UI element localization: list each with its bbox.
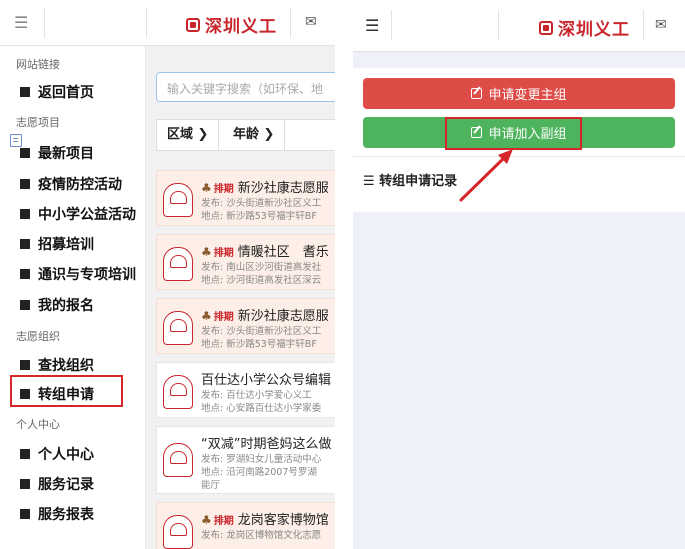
list-item[interactable]: ♣ 排期 新沙社康志愿服 发布: 沙头街道新沙社区义工 地点: 新沙路53号福宇轩B… — [156, 170, 335, 226]
bullet-icon — [20, 509, 30, 519]
list-item[interactable]: “双减”时期爸妈这么做 发布: 罗湖妇女儿童活动中心 地点: 沿河南路2007号… — [156, 426, 335, 494]
sidebar-item-label: 中小学公益活动 — [38, 207, 136, 223]
status-badge: 排期 — [213, 248, 234, 259]
divider — [146, 8, 147, 38]
card-location: 地点: 心安路百仕达小学家委 — [201, 403, 322, 414]
bullet-icon — [20, 179, 30, 189]
card-publisher: 发布: 龙岗区博物馆文化志愿 — [201, 530, 322, 541]
card-title-text: 新沙社康志愿服 — [237, 309, 329, 324]
org-seal-icon — [163, 515, 193, 549]
org-seal-icon — [163, 183, 193, 217]
divider — [44, 8, 45, 38]
sidebar-item-label: 服务记录 — [38, 477, 94, 493]
bullet-icon — [20, 148, 30, 158]
sidebar-item-service-report[interactable]: 服务报表 — [20, 504, 94, 524]
card-title-text: 百仕达小学公众号编辑 — [201, 373, 332, 388]
card-location: 地点: 沙河街道高发社区深云 — [201, 275, 322, 286]
org-tree-icon: ♣ — [201, 245, 212, 259]
document-icon — [10, 134, 22, 147]
card-publisher: 发布: 罗湖妇女儿童活动中心 — [201, 454, 322, 465]
bullet-icon — [20, 300, 30, 310]
card-publisher: 发布: 沙头街道新沙社区义工 — [201, 198, 322, 209]
sidebar: 网站链接 返回首页 志愿项目 最新项目 疫情防控活动 中小学公益活动 招募培训 … — [0, 46, 146, 549]
sidebar-item-find-org[interactable]: 查找组织 — [20, 355, 94, 375]
status-badge: 排期 — [213, 312, 234, 323]
right-screen: ☰ 深圳义工 ✉ 申请变更主组 申请加入副组 ☰ 转组申请记录 — [353, 0, 685, 549]
card-location: 地点: 沿河南路2007号罗湖 — [201, 467, 317, 478]
card-publisher: 发布: 沙头街道新沙社区义工 — [201, 326, 322, 337]
card-title-text: “双减”时期爸妈这么做 — [201, 437, 332, 452]
sidebar-item-school[interactable]: 中小学公益活动 — [20, 204, 136, 224]
divider — [290, 8, 291, 38]
org-tree-icon: ♣ — [201, 181, 212, 195]
status-badge: 排期 — [213, 516, 234, 527]
logo-badge-icon — [186, 17, 200, 32]
card-location-cont: 能厅 — [201, 480, 221, 491]
org-seal-icon — [163, 443, 193, 477]
card-publisher: 发布: 南山区沙河街道高发社 — [201, 262, 322, 273]
sidebar-item-label: 通识与专项培训 — [38, 267, 136, 283]
sidebar-item-home[interactable]: 返回首页 — [20, 82, 94, 102]
sidebar-section-label: 志愿项目 — [16, 116, 60, 129]
site-logo[interactable]: 深圳义工 — [186, 12, 277, 37]
org-seal-icon — [163, 247, 193, 281]
list-item[interactable]: 百仕达小学公众号编辑 发布: 百仕达小学爱心义工 地点: 心安路百仕达小学家委 — [156, 362, 335, 418]
filter-region[interactable]: 区域 ❯ — [157, 120, 220, 150]
bullet-icon — [20, 479, 30, 489]
bullet-icon — [20, 87, 30, 97]
sidebar-item-latest-projects[interactable]: 最新项目 — [20, 143, 94, 163]
menu-icon[interactable]: ☰ — [14, 15, 28, 31]
list-item[interactable]: ♣ 排期 龙岗客家博物馆 发布: 龙岗区博物馆文化志愿 — [156, 502, 335, 549]
sidebar-item-label: 查找组织 — [38, 358, 94, 374]
card-title-text: 龙岗客家博物馆 — [237, 513, 329, 528]
card-title: ♣ 排期 龙岗客家博物馆 — [201, 509, 329, 528]
logo-text: 深圳义工 — [205, 17, 277, 37]
bullet-icon — [20, 449, 30, 459]
highlight-annotation — [10, 375, 123, 407]
org-tree-icon: ♣ — [201, 309, 212, 323]
sidebar-item-service-records[interactable]: 服务记录 — [20, 474, 94, 494]
bullet-icon — [20, 360, 30, 370]
filter-age[interactable]: 年龄 ❯ — [223, 120, 286, 150]
sidebar-item-epidemic[interactable]: 疫情防控活动 — [20, 174, 122, 194]
sidebar-item-training[interactable]: 通识与专项培训 — [20, 264, 136, 284]
bullet-icon — [20, 269, 30, 279]
card-location: 地点: 新沙路53号福宇轩BF — [201, 211, 317, 222]
sidebar-item-personal[interactable]: 个人中心 — [20, 444, 94, 464]
status-badge: 排期 — [213, 184, 234, 195]
card-title-text: 新沙社康志愿服 — [237, 181, 329, 196]
bullet-icon — [20, 239, 30, 249]
sidebar-section-label: 个人中心 — [16, 418, 60, 431]
sidebar-section-label: 网站链接 — [16, 58, 60, 71]
sidebar-item-label: 返回首页 — [38, 85, 94, 101]
list-item[interactable]: ♣ 排期 情暖社区 耆乐 发布: 南山区沙河街道高发社 地点: 沙河街道高发社区深云 — [156, 234, 335, 290]
filter-bar: 区域 ❯ 年龄 ❯ — [156, 119, 335, 151]
annotation-arrow-icon — [459, 149, 513, 202]
card-title: ♣ 排期 情暖社区 耆乐 — [201, 241, 329, 260]
card-title-text: 情暖社区 耆乐 — [237, 245, 329, 260]
sidebar-item-my-signups[interactable]: 我的报名 — [20, 295, 94, 315]
card-title: ♣ 排期 新沙社康志愿服 — [201, 305, 329, 324]
sidebar-item-label: 服务报表 — [38, 507, 94, 523]
sidebar-section-label: 志愿组织 — [16, 330, 60, 343]
sidebar-item-label: 个人中心 — [38, 447, 94, 463]
top-bar: ☰ 深圳义工 ✉ — [0, 0, 335, 46]
left-screen: ☰ 深圳义工 ✉ 网站链接 返回首页 志愿项目 最新项目 疫情防控活动 中小学公… — [0, 0, 335, 549]
sidebar-item-recruit[interactable]: 招募培训 — [20, 234, 94, 254]
project-list-panel: 输入关键字搜索（如环保、地 区域 ❯ 年龄 ❯ ♣ 排期 新沙社康志愿服 发布: 沙… — [146, 46, 335, 549]
card-title: ♣ 排期 新沙社康志愿服 — [201, 177, 329, 196]
org-seal-icon — [163, 311, 193, 345]
card-publisher: 发布: 百仕达小学爱心义工 — [201, 390, 312, 401]
sidebar-item-label: 我的报名 — [38, 298, 94, 314]
list-item[interactable]: ♣ 排期 新沙社康志愿服 发布: 沙头街道新沙社区义工 地点: 新沙路53号福宇轩B… — [156, 298, 335, 354]
org-seal-icon — [163, 375, 193, 409]
sidebar-item-label: 疫情防控活动 — [38, 177, 122, 193]
mail-icon[interactable]: ✉ — [305, 14, 317, 30]
search-input[interactable]: 输入关键字搜索（如环保、地 — [156, 72, 335, 102]
sidebar-item-label: 最新项目 — [38, 146, 94, 162]
card-location: 地点: 新沙路53号福宇轩BF — [201, 339, 317, 350]
bullet-icon — [20, 209, 30, 219]
sidebar-item-label: 招募培训 — [38, 237, 94, 253]
org-tree-icon: ♣ — [201, 513, 212, 527]
